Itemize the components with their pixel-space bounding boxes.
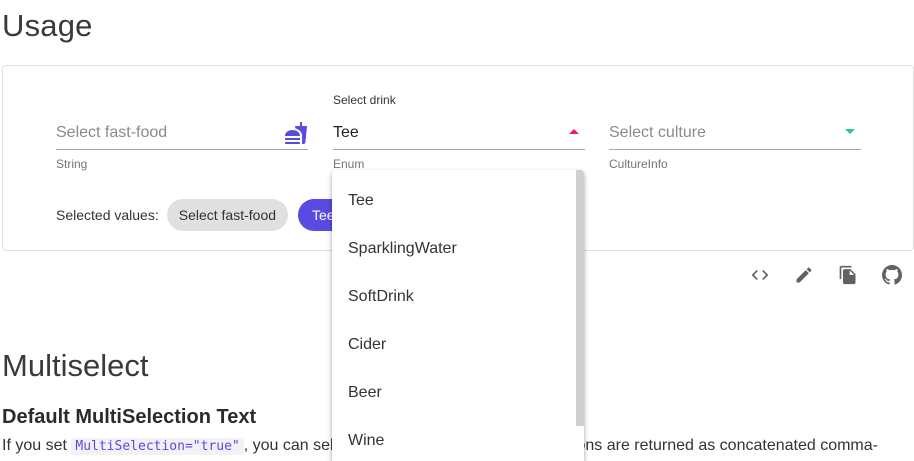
option-sparklingwater[interactable]: SparklingWater [332, 225, 576, 273]
drink-select[interactable]: Select drink Tee Enum [333, 93, 585, 171]
para-end: ptions are returned as concatenated comm… [559, 437, 878, 454]
fastfood-field[interactable]: Select fast-food String [56, 122, 308, 171]
fastfood-icon [284, 121, 308, 150]
example-toolbar [748, 263, 904, 287]
drink-value: Tee [333, 124, 359, 141]
arrow-down-icon[interactable] [845, 121, 861, 134]
culture-helper: CultureInfo [609, 157, 668, 171]
code-multiselection: MultiSelection="true" [71, 438, 244, 455]
drink-helper: Enum [333, 157, 365, 171]
github-icon[interactable] [880, 263, 904, 287]
fastfood-helper: String [56, 157, 88, 171]
drink-underline [333, 149, 585, 150]
code-icon[interactable] [748, 263, 772, 287]
option-beer[interactable]: Beer [332, 369, 576, 417]
copy-icon[interactable] [836, 263, 860, 287]
culture-select[interactable]: Select culture CultureInfo [609, 121, 861, 171]
option-softdrink[interactable]: SoftDrink [332, 273, 576, 321]
drink-label: Select drink [333, 93, 396, 107]
drink-dropdown-menu: Tee SparklingWater SoftDrink Cider Beer … [332, 170, 584, 461]
selected-values-label: Selected values: [56, 207, 159, 223]
option-cider[interactable]: Cider [332, 321, 576, 369]
usage-heading: Usage [2, 8, 93, 43]
chip-fastfood[interactable]: Select fast-food [166, 199, 289, 231]
para-start: If you set [2, 437, 72, 454]
edit-icon[interactable] [792, 263, 816, 287]
fastfood-placeholder: Select fast-food [56, 124, 168, 141]
culture-placeholder: Select culture [609, 124, 706, 141]
dropdown-scrollbar[interactable] [576, 170, 584, 426]
arrow-up-icon[interactable] [569, 121, 585, 134]
multiselect-heading: Multiselect [2, 348, 149, 383]
para-mid: , you can sel [243, 437, 334, 454]
option-wine[interactable]: Wine [332, 417, 576, 461]
culture-underline [609, 149, 861, 150]
selected-values-row: Selected values: Select fast-food Tee [56, 199, 359, 231]
default-text-heading: Default MultiSelection Text [2, 406, 257, 428]
fastfood-underline [56, 149, 308, 150]
option-tee[interactable]: Tee [332, 177, 576, 225]
